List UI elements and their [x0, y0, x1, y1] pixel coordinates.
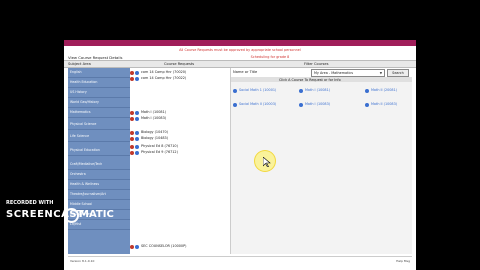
info-icon[interactable]	[299, 102, 303, 107]
page-footer: Version 8.1.0.10 Help Msg	[68, 256, 412, 265]
remove-icon[interactable]	[130, 144, 134, 149]
info-icon[interactable]	[135, 150, 139, 155]
remove-icon[interactable]	[130, 110, 134, 115]
area-select[interactable]: My Area - Mathematics ▼	[311, 69, 385, 77]
column-headers: Subject Area Course Requests Filter Cour…	[64, 60, 416, 68]
notice-message: All Course Requests must be approved by …	[179, 48, 301, 52]
watermark-brand-right: MATIC	[79, 209, 114, 220]
watermark-caption: RECORDED WITH	[6, 200, 54, 206]
info-icon[interactable]	[299, 88, 303, 93]
screencast-watermark: RECORDED WITH SCREENCAST MATIC	[6, 200, 146, 230]
sidebar-item-craft-tech[interactable]: Craft/Medialive/Tech	[68, 160, 130, 170]
sidebar-item-mathematics[interactable]: Mathematics	[68, 108, 130, 118]
help-link[interactable]: Help Msg	[396, 259, 410, 263]
sidebar-item-health-education[interactable]: Health Education	[68, 78, 130, 88]
remove-icon[interactable]	[130, 70, 134, 75]
sidebar-item-us-history[interactable]: US History	[68, 88, 130, 98]
info-icon[interactable]	[135, 130, 139, 135]
list-item[interactable]: com 14 Comp Hnr (70022)	[130, 76, 230, 81]
name-title-label: Name or Title	[233, 70, 258, 74]
list-item[interactable]: com 14 Comp Hnr (70020)	[130, 70, 230, 75]
search-button[interactable]: Search	[387, 69, 409, 77]
sidebar-item-physical-education[interactable]: Physical Education	[68, 146, 130, 156]
list-item[interactable]: Biology (10483)	[130, 136, 230, 141]
instruction-bar: Click A Course To Request or for Info	[231, 77, 412, 82]
remove-icon[interactable]	[130, 150, 134, 155]
sidebar-item-theatre-art[interactable]: Theatre/Journalism/Art	[68, 190, 130, 200]
browser-window: All Course Requests must be approved by …	[64, 40, 416, 270]
instruction-text: Click A Course To Request or for Info	[279, 77, 341, 82]
list-item[interactable]: Physical Ed 8 (76710)	[130, 144, 230, 149]
sidebar-item-health-wellness[interactable]: Health & Wellness	[68, 180, 130, 190]
list-item[interactable]: Math I (10083)	[130, 116, 230, 121]
list-item[interactable]: Math I (10081)	[130, 110, 230, 115]
sidebar-item-physical-science[interactable]: Physical Science	[68, 120, 130, 130]
list-item[interactable]: SEC COUNSELOR (10000P)	[130, 244, 230, 249]
remove-icon[interactable]	[130, 244, 134, 249]
info-icon[interactable]	[135, 144, 139, 149]
sidebar-item-world-geo[interactable]: World Geo/History	[68, 98, 130, 108]
remove-icon[interactable]	[130, 136, 134, 141]
sidebar-item-life-science[interactable]: Life Science	[68, 132, 130, 142]
info-icon[interactable]	[135, 116, 139, 121]
info-icon[interactable]	[135, 244, 139, 249]
cursor-highlight	[254, 150, 276, 172]
remove-icon[interactable]	[130, 130, 134, 135]
info-icon[interactable]	[135, 110, 139, 115]
info-icon[interactable]	[233, 88, 237, 93]
subject-area-header: Subject Area	[68, 61, 91, 66]
sidebar-item-orchestra[interactable]: Orchestra	[68, 170, 130, 180]
mouse-pointer-icon	[263, 157, 271, 167]
info-icon[interactable]	[135, 76, 139, 81]
top-bar	[64, 40, 416, 46]
filter-courses-header: Filter Courses	[304, 61, 329, 66]
chevron-down-icon: ▼	[379, 71, 382, 75]
screencast-logo-icon	[64, 208, 79, 223]
filter-controls: Name or Title My Area - Mathematics ▼ Se…	[231, 68, 412, 82]
info-icon[interactable]	[135, 70, 139, 75]
info-icon[interactable]	[135, 136, 139, 141]
sidebar-item-english[interactable]: English	[68, 68, 130, 78]
version-text: Version 8.1.0.10	[70, 259, 95, 263]
remove-icon[interactable]	[130, 116, 134, 121]
list-item[interactable]: Physical Ed 9 (76712)	[130, 150, 230, 155]
course-requests-header: Course Requests	[164, 61, 195, 66]
info-icon[interactable]	[365, 88, 369, 93]
remove-icon[interactable]	[130, 76, 134, 81]
info-icon[interactable]	[365, 102, 369, 107]
list-item[interactable]: Biology (10470)	[130, 130, 230, 135]
info-icon[interactable]	[233, 102, 237, 107]
